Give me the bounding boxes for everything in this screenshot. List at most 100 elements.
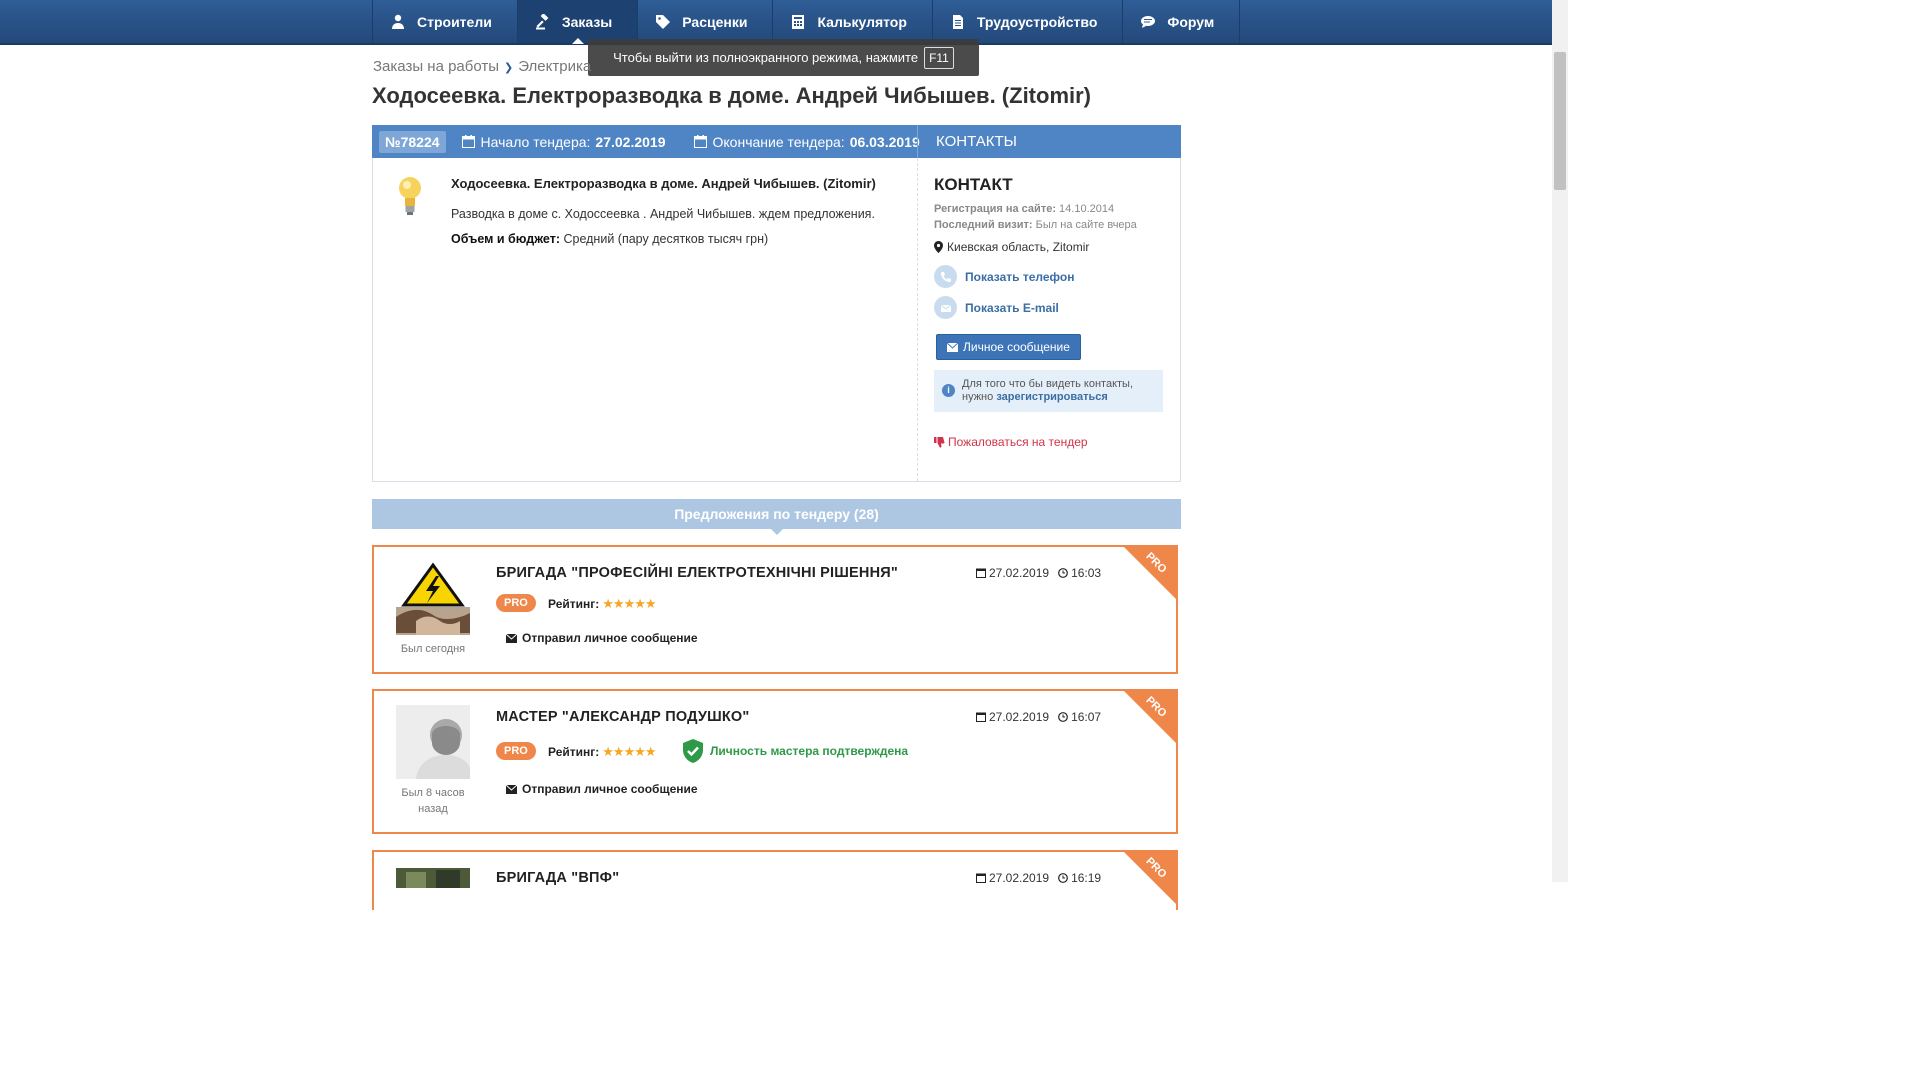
sent-message-status: Отправил личное сообщение [506,631,698,645]
tender-subtitle: Ходосеевка. Електроразводка в доме. Андр… [451,176,876,191]
proposals-header: Предложения по тендеру (28) [372,499,1181,535]
private-message-button[interactable]: Личное сообщение [936,334,1081,360]
contact-title: КОНТАКТ [934,175,1013,194]
show-phone-link[interactable]: Показать телефон [934,265,1074,288]
calendar-icon [976,873,986,883]
fullscreen-tooltip-text: Чтобы выйти из полноэкранного режима, на… [613,50,919,65]
page-scrollbar[interactable] [1552,0,1568,882]
breadcrumb-item-orders[interactable]: Заказы на работы [373,58,499,75]
nav-label: Калькулятор [817,13,907,30]
tender-details: Ходосеевка. Електроразводка в доме. Андр… [373,158,918,481]
breadcrumb: Заказы на работы ❯ Электрика [373,58,591,75]
proposal-name[interactable]: МАСТЕР "АЛЕКСАНДР ПОДУШКО" [496,709,749,725]
avatar [396,705,470,779]
pro-ribbon-label: PRO [1143,855,1169,881]
phone-icon [934,265,957,288]
rating: Рейтинг: ★★★★★ [548,744,657,760]
pro-badge: PRO [496,594,536,612]
nav-prices[interactable]: Расценки [638,0,774,43]
pro-ribbon: PRO [1122,691,1176,745]
budget-value: Средний (пару десятков тысяч грн) [563,232,769,246]
private-message-label: Личное сообщение [963,340,1070,354]
tender-body: Ходосеевка. Електроразводка в доме. Андр… [372,158,1181,482]
proposal-datetime: 27.02.2019 16:19 [976,871,1101,885]
nav-orders[interactable]: Заказы [517,0,639,44]
contact-panel: КОНТАКТ Регистрация на сайте: 14.10.2014… [934,158,1180,481]
avatar [396,561,470,635]
last-visit-value: Был на сайте вчера [1035,219,1137,231]
location-text: Киевская область, Zitomir [947,240,1090,254]
calendar-icon [693,135,707,148]
envelope-icon [934,296,957,319]
proposal-date: 27.02.2019 [989,566,1050,580]
tag-icon [654,13,672,31]
proposal-datetime: 27.02.2019 16:07 [976,710,1101,724]
rating-stars: ★★★★★ [602,744,656,759]
proposal-date: 27.02.2019 [989,710,1050,724]
nav-forum[interactable]: Форум [1123,0,1241,43]
proposal-datetime: 27.02.2019 16:03 [976,566,1101,580]
budget-label: Объем и бюджет: [451,232,560,246]
last-seen: Был 8 часов назад [401,787,465,815]
tender-start: Начало тендера: 27.02.2019 [461,133,666,150]
sent-message-label: Отправил личное сообщение [522,782,698,796]
gavel-icon [534,13,552,31]
pro-ribbon: PRO [1122,852,1176,906]
tender-budget: Объем и бюджет: Средний (пару десятков т… [451,232,768,246]
calendar-icon [976,712,986,722]
identity-verified-label: Личность мастера подтверждена [710,744,909,758]
info-icon: i [942,384,955,397]
proposal-card[interactable]: БРИГАДА "ВПФ" 27.02.2019 16:19 PRO [372,850,1178,910]
proposal-name[interactable]: БРИГАДА "ПРОФЕСІЙНІ ЕЛЕКТРОТЕХНІЧНІ РІШЕ… [496,565,898,581]
thumbs-down-icon [934,436,945,448]
report-tender-link[interactable]: Пожаловаться на тендер [934,435,1088,449]
registration-date: 14.10.2014 [1059,203,1115,215]
clock-icon [1058,873,1068,883]
clock-icon [1058,712,1068,722]
shield-check-icon [683,739,703,763]
location: Киевская область, Zitomir [934,240,1089,254]
scrollbar-thumb[interactable] [1554,52,1566,190]
calendar-icon [461,135,475,148]
rating-stars: ★★★★★ [602,596,656,611]
lightbulb-icon [399,177,421,215]
show-email-link[interactable]: Показать E-mail [934,296,1059,319]
tender-end-date: 06.03.2019 [849,133,920,150]
registration-label: Регистрация на сайте: [934,203,1056,215]
tender-start-label: Начало тендера: [480,133,591,150]
map-pin-icon [934,241,943,253]
nav-label: Заказы [561,13,613,30]
contacts-header: КОНТАКТЫ [917,125,1181,158]
show-email-label: Показать E-mail [965,300,1059,315]
identity-verified: Личность мастера подтверждена [682,739,908,763]
proposal-card[interactable]: Был сегодня БРИГАДА "ПРОФЕСІЙНІ ЕЛЕКТРОТ… [372,545,1178,674]
proposal-name[interactable]: БРИГАДА "ВПФ" [496,870,619,886]
nav-calculator[interactable]: Калькулятор [773,0,933,43]
tender-start-date: 27.02.2019 [595,133,666,150]
register-link[interactable]: зарегистрироваться [996,391,1107,403]
user-icon [389,13,407,31]
pro-ribbon: PRO [1122,547,1176,601]
proposal-card[interactable]: Был 8 часов назад МАСТЕР "АЛЕКСАНДР ПОДУ… [372,689,1178,834]
tender-header: №78224 Начало тендера: 27.02.2019 Окончан… [372,125,1181,158]
proposal-date: 27.02.2019 [989,871,1050,885]
breadcrumb-item-electrics[interactable]: Электрика [518,58,591,75]
tender-end: Окончание тендера: 06.03.2019 [693,133,920,150]
proposal-time: 16:19 [1071,871,1102,885]
main-nav: Строители Заказы Расценки Калькулятор Тр… [372,0,1241,44]
register-info-box: i Для того что бы видеть контакты, нужно… [934,370,1163,412]
tender-description: Разводка в доме с. Ходоссеевка . Андрей … [451,207,875,221]
rating: Рейтинг: ★★★★★ [548,596,657,612]
nav-builders[interactable]: Строители [373,0,518,43]
envelope-icon [506,784,517,794]
nav-employment[interactable]: Трудоустройство [933,0,1124,43]
last-visit-info: Последний визит: Был на сайте вчера [934,219,1137,231]
rating-label: Рейтинг: [548,597,600,611]
tender-end-label: Окончание тендера: [712,133,845,150]
nav-label: Форум [1167,13,1215,30]
pro-ribbon-label: PRO [1143,694,1169,720]
sent-message-label: Отправил личное сообщение [522,631,698,645]
chat-icon [1139,13,1157,31]
sent-message-status: Отправил личное сообщение [506,782,698,796]
nav-label: Строители [417,13,492,30]
